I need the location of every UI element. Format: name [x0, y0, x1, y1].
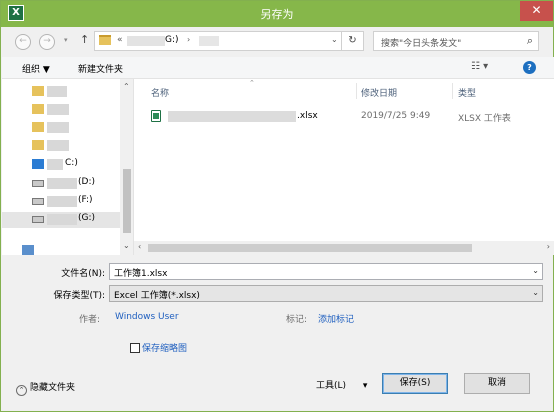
sidebar-item-label: (F:): [78, 195, 93, 205]
column-divider[interactable]: [452, 83, 453, 99]
blurred-label: [47, 140, 69, 151]
cancel-button[interactable]: 取消: [464, 373, 530, 394]
save-thumbnail-label[interactable]: 保存缩略图: [142, 341, 187, 354]
column-divider[interactable]: [356, 83, 357, 99]
table-row[interactable]: .xlsx 2019/7/25 9:49 XLSX 工作表: [134, 109, 534, 125]
blurred-label: [47, 214, 77, 225]
command-bar: 组织 ▼ 新建文件夹 ☷ ▾ ?: [2, 57, 554, 79]
new-folder-button[interactable]: 新建文件夹: [78, 62, 123, 75]
recent-locations-dropdown[interactable]: ▾: [64, 36, 68, 44]
filetype-select[interactable]: Excel 工作簿(*.xlsx) ⌄: [109, 285, 543, 302]
navigation-scrollbar[interactable]: ⌃ ⌄: [120, 79, 133, 255]
folder-icon: [99, 35, 111, 45]
address-bar[interactable]: « G:) › ⌄ ↻: [94, 31, 364, 51]
search-input[interactable]: 搜索"今日头条发文": [381, 36, 461, 49]
title-bar: X 另存为 ✕: [1, 1, 553, 27]
sidebar-item-label: C:): [65, 158, 78, 168]
blurred-label: [47, 178, 77, 189]
filename-input[interactable]: 工作簿1.xlsx ⌄: [109, 263, 543, 280]
drive-icon: [32, 198, 44, 205]
address-drive[interactable]: G:): [165, 35, 179, 45]
author-value[interactable]: Windows User: [115, 312, 179, 322]
column-header-date[interactable]: 修改日期: [361, 86, 397, 99]
refresh-button[interactable]: ↻: [341, 32, 363, 50]
scroll-right-icon[interactable]: ›: [547, 242, 550, 251]
file-name: .xlsx: [297, 111, 318, 121]
tools-dropdown-icon: ▾: [362, 381, 368, 391]
help-icon[interactable]: ?: [523, 61, 536, 74]
folder-icon: [32, 104, 44, 114]
blurred-label: [47, 159, 63, 170]
address-prefix[interactable]: «: [117, 35, 123, 45]
file-date: 2019/7/25 9:49: [361, 111, 431, 121]
address-blurred-segment: [127, 36, 165, 46]
back-button[interactable]: ←: [15, 34, 31, 50]
file-type: XLSX 工作表: [458, 114, 511, 124]
save-as-dialog: X 另存为 ✕ ← → ▾ ↑ « G:) › ⌄ ↻ 搜索"今日头条发文" ⌕…: [0, 0, 554, 412]
column-header-label: 名称: [151, 89, 170, 99]
folder-icon: [32, 86, 44, 96]
filename-label: 文件名(N):: [61, 269, 105, 279]
scroll-left-icon[interactable]: ‹: [138, 242, 141, 251]
scroll-thumb[interactable]: [123, 169, 131, 233]
scroll-thumb[interactable]: [148, 244, 472, 252]
search-box[interactable]: 搜索"今日头条发文" ⌕: [373, 31, 539, 51]
scroll-up-icon[interactable]: ⌃: [123, 82, 130, 91]
filetype-value[interactable]: Excel 工作簿(*.xlsx): [114, 288, 200, 301]
forward-button[interactable]: →: [39, 34, 55, 50]
address-dropdown-icon[interactable]: ⌄: [331, 35, 338, 44]
windows-drive-icon: [32, 159, 44, 169]
organize-button[interactable]: 组织 ▼: [22, 62, 50, 75]
blurred-label: [47, 86, 67, 97]
filename-value[interactable]: 工作簿1.xlsx: [114, 266, 167, 279]
tags-label: 标记:: [286, 315, 308, 325]
scroll-down-icon[interactable]: ⌄: [123, 241, 130, 250]
network-icon: [22, 245, 34, 255]
close-button[interactable]: ✕: [520, 1, 553, 21]
author-label: 作者:: [79, 315, 101, 325]
filetype-label: 保存类型(T):: [53, 291, 105, 301]
search-icon[interactable]: ⌕: [527, 34, 533, 48]
tools-button[interactable]: 工具(L) ▾: [316, 378, 367, 391]
blurred-filename: [168, 111, 296, 122]
chevron-up-icon: ⌃: [16, 385, 27, 396]
save-thumbnail-checkbox[interactable]: [130, 343, 140, 353]
up-button[interactable]: ↑: [80, 33, 89, 46]
window-title: 另存为: [260, 8, 294, 21]
hide-folders-label: 隐藏文件夹: [30, 383, 76, 393]
blurred-label: [47, 104, 69, 115]
chevron-down-icon[interactable]: ⌄: [532, 266, 539, 275]
drive-icon: [32, 216, 44, 223]
column-header-name[interactable]: 名称: [151, 86, 169, 99]
save-button[interactable]: 保存(S): [382, 373, 448, 394]
tools-label: 工具(L): [316, 381, 347, 391]
sidebar-item-label: (G:): [78, 213, 96, 223]
address-blurred-segment-2: [199, 36, 219, 46]
folder-icon: [32, 122, 44, 132]
column-header-type[interactable]: 类型: [458, 86, 476, 99]
drive-icon: [32, 180, 44, 187]
excel-file-icon: [151, 110, 161, 122]
horizontal-scrollbar[interactable]: ‹ ›: [134, 241, 554, 255]
blurred-label: [47, 122, 69, 133]
view-options-button[interactable]: ☷ ▾: [471, 61, 488, 72]
chevron-down-icon[interactable]: ⌄: [532, 288, 539, 297]
add-tags-link[interactable]: 添加标记: [318, 312, 354, 325]
hide-folders-button[interactable]: ⌃ 隐藏文件夹: [16, 380, 75, 396]
address-separator[interactable]: ›: [187, 35, 190, 44]
navigation-pane[interactable]: C:) (D:) (F:) (G:) ⌃ ⌄: [2, 79, 134, 255]
folder-icon: [32, 140, 44, 150]
file-list[interactable]: 名称 ⌃ 修改日期 类型 .xlsx 2019/7/25 9:49 XLSX 工…: [134, 79, 554, 255]
sort-ascending-icon: ⌃: [249, 79, 255, 87]
sidebar-item-label: (D:): [78, 177, 95, 187]
blurred-label: [47, 196, 77, 207]
